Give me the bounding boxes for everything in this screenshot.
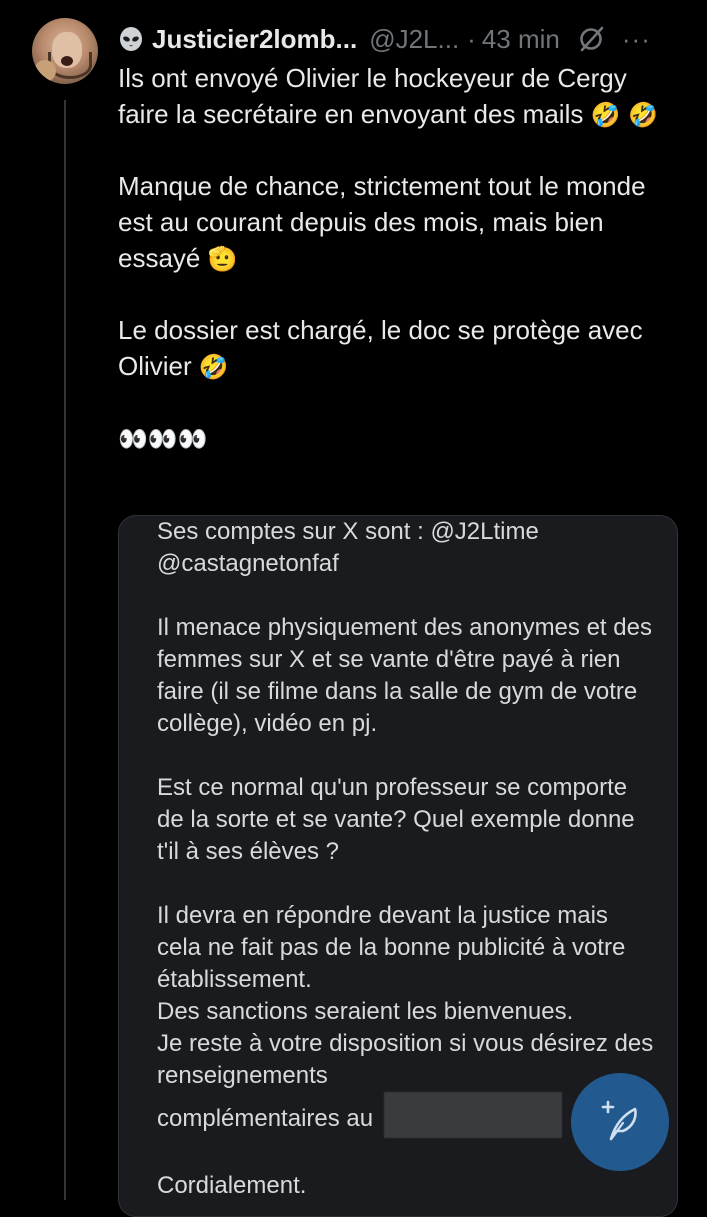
eyes-emoji: 👀👀👀	[118, 425, 208, 453]
paragraph-text: Manque de chance, strictement tout le mo…	[118, 171, 646, 273]
complementary-text: complémentaires au	[157, 1105, 374, 1132]
rofl-emoji: 🤣 🤣	[590, 101, 658, 129]
redacted-block	[383, 1092, 562, 1138]
more-icon[interactable]: ···	[622, 24, 651, 55]
alien-icon	[120, 27, 142, 51]
tweet-paragraph-2: Manque de chance, strictement tout le mo…	[118, 168, 678, 276]
avatar-mouth	[61, 56, 73, 66]
compose-feather-icon	[601, 1100, 637, 1141]
compose-button[interactable]	[571, 1073, 669, 1171]
tweet-paragraph-3: Le dossier est chargé, le doc se protège…	[118, 312, 678, 384]
avatar[interactable]	[32, 18, 98, 84]
handle[interactable]: @J2L...	[369, 24, 459, 55]
email-line-disposition: Je reste à votre disposition si vous dés…	[157, 1030, 654, 1089]
email-line-sanctions: Des sanctions seraient les bienvenues.	[157, 998, 574, 1025]
rofl-emoji: 🤣	[198, 353, 229, 381]
salute-emoji: 🫡	[207, 245, 238, 273]
tweet-header: Justicier2lomb... @J2L... · 43 min ···	[118, 22, 677, 56]
grok-slash-icon[interactable]	[576, 24, 606, 54]
email-line-closing: Cordialement.	[157, 1172, 307, 1199]
tweet-paragraph-4: 👀👀👀	[118, 420, 678, 456]
email-line-threats: Il menace physiquement des anonymes et d…	[157, 614, 652, 737]
tweet-paragraph-1: Ils ont envoyé Olivier le hockeyeur de C…	[118, 60, 678, 132]
separator-dot: ·	[467, 23, 476, 54]
tweet-text: Ils ont envoyé Olivier le hockeyeur de C…	[118, 60, 678, 456]
email-line-question: Est ce normal qu'un professeur se compor…	[157, 774, 635, 865]
timestamp[interactable]: 43 min	[482, 24, 560, 55]
paragraph-text: Ils ont envoyé Olivier le hockeyeur de C…	[118, 63, 627, 129]
paragraph-text: Le dossier est chargé, le doc se protège…	[118, 315, 643, 381]
display-name[interactable]: Justicier2lomb...	[152, 24, 357, 55]
thread-line	[64, 100, 66, 1200]
email-line-justice: Il devra en répondre devant la justice m…	[157, 902, 626, 993]
avatar-pet	[34, 60, 56, 82]
email-line-accounts: Ses comptes sur X sont : @J2Ltime @casta…	[157, 518, 539, 577]
